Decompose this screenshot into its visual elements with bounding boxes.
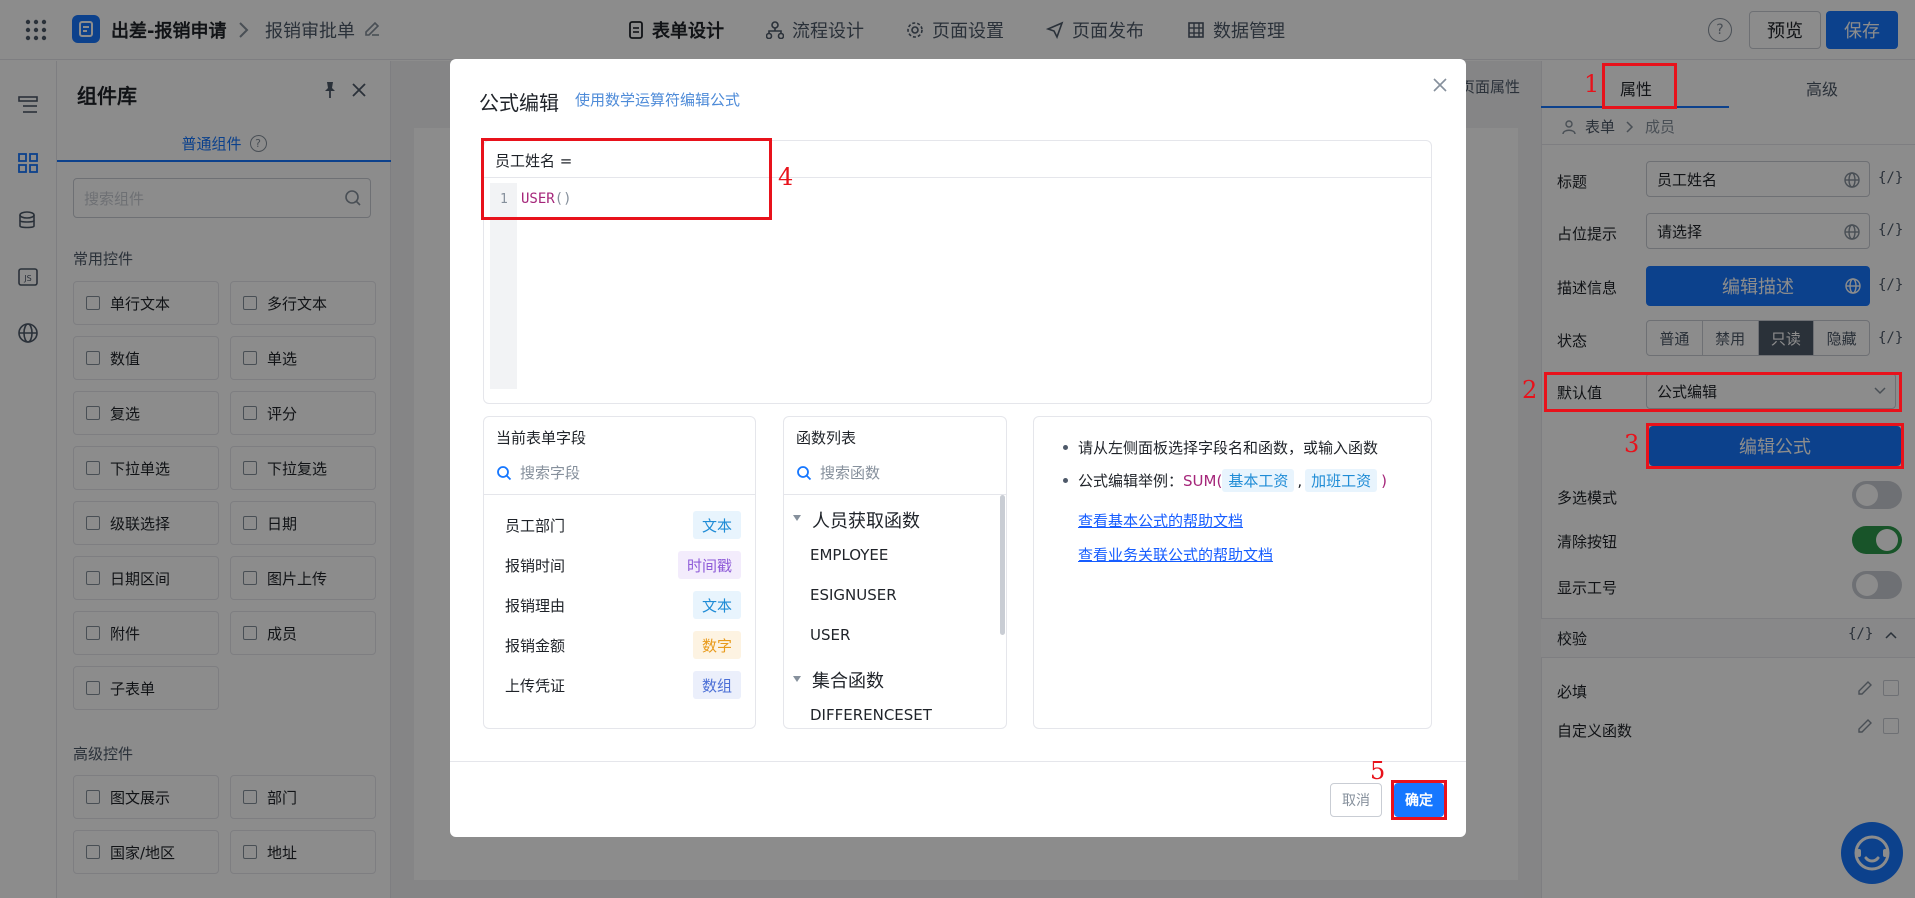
caret-down-icon[interactable] — [792, 675, 802, 683]
annotation-5: 5 — [1370, 757, 1386, 785]
help-example-fn: SUM( — [1183, 471, 1223, 490]
field-type-badge: 时间戳 — [677, 551, 741, 579]
help-bullet-1: 请从左侧面板选择字段名和函数，或输入函数 — [1063, 437, 1378, 458]
field-item[interactable]: 报销时间 时间戳 — [484, 550, 755, 580]
annotation-3: 3 — [1624, 430, 1640, 458]
function-item[interactable]: USER — [810, 626, 850, 644]
field-name: 报销时间 — [505, 557, 566, 575]
fields-title: 当前表单字段 — [496, 429, 587, 447]
help-example-arg: 基本工资 — [1222, 469, 1295, 492]
function-search-input[interactable]: 搜索函数 — [796, 462, 880, 483]
field-item[interactable]: 上传凭证 数组 — [484, 670, 755, 700]
highlight-box-1 — [1602, 63, 1677, 109]
annotation-4: 4 — [778, 163, 794, 191]
field-type-badge: 数组 — [692, 671, 741, 699]
highlight-box-2 — [1544, 372, 1902, 412]
search-placeholder: 搜索函数 — [820, 464, 881, 482]
field-item[interactable]: 报销金额 数字 — [484, 630, 755, 660]
field-item[interactable]: 员工部门 文本 — [484, 510, 755, 540]
function-item[interactable]: EMPLOYEE — [810, 546, 888, 564]
field-search-input[interactable]: 搜索字段 — [496, 462, 580, 483]
function-group-set[interactable]: 集合函数 — [812, 667, 884, 693]
modal-subtitle: 使用数学运算符编辑公式 — [575, 91, 741, 109]
close-icon[interactable] — [1432, 77, 1448, 93]
function-item[interactable]: DIFFERENCESET — [810, 706, 932, 724]
field-name: 报销理由 — [505, 597, 566, 615]
field-name: 上传凭证 — [505, 677, 566, 695]
fields-divider — [484, 494, 755, 495]
function-scrollbar[interactable] — [1000, 495, 1005, 635]
annotation-1: 1 — [1584, 70, 1600, 98]
field-type-badge: 数字 — [692, 631, 741, 659]
search-placeholder: 搜索字段 — [520, 464, 581, 482]
search-icon — [497, 465, 512, 480]
search-icon — [797, 465, 812, 480]
highlight-box-3 — [1646, 423, 1904, 469]
modal-title: 公式编辑 — [479, 91, 559, 115]
function-divider — [784, 494, 1006, 495]
highlight-box-4 — [481, 138, 772, 220]
field-type-badge: 文本 — [692, 591, 741, 619]
modal-footer-divider — [450, 761, 1466, 762]
annotation-2: 2 — [1522, 376, 1538, 404]
help-link-basic[interactable]: 查看基本公式的帮助文档 — [1078, 510, 1243, 531]
help-example-close: ) — [1381, 471, 1387, 490]
field-name: 报销金额 — [505, 637, 566, 655]
field-name: 员工部门 — [505, 517, 566, 535]
highlight-box-5 — [1391, 780, 1447, 820]
function-group-people[interactable]: 人员获取函数 — [812, 507, 920, 533]
field-item[interactable]: 报销理由 文本 — [484, 590, 755, 620]
help-example-arg: 加班工资 — [1305, 469, 1378, 492]
caret-down-icon[interactable] — [792, 514, 802, 522]
help-example-sep: , — [1297, 471, 1303, 490]
help-link-business[interactable]: 查看业务关联公式的帮助文档 — [1078, 544, 1273, 565]
field-type-badge: 文本 — [692, 511, 741, 539]
help-panel — [1033, 416, 1432, 729]
help-text: 公式编辑举例： — [1078, 472, 1184, 490]
help-bullet-2: 公式编辑举例： SUM( 基本工资 , 加班工资 ) — [1063, 469, 1387, 492]
function-item[interactable]: ESIGNUSER — [810, 586, 897, 604]
help-text: 请从左侧面板选择字段名和函数，或输入函数 — [1078, 439, 1379, 457]
cancel-button[interactable]: 取消 — [1330, 783, 1382, 817]
function-list-title: 函数列表 — [796, 429, 857, 447]
